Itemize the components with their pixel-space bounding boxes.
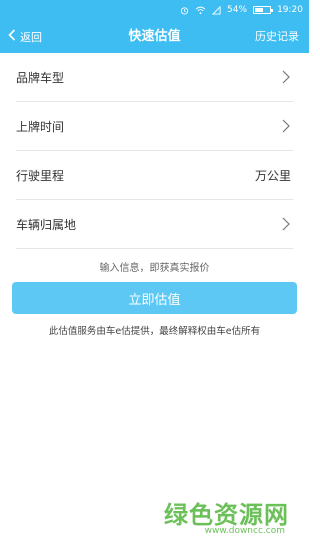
estimate-now-button[interactable]: 立即估值: [12, 282, 297, 314]
brand-model-row[interactable]: 品牌车型: [16, 53, 293, 102]
battery-percent: 54%: [227, 5, 248, 15]
status-bar: 54% 19:20: [0, 0, 309, 20]
chevron-right-icon: [281, 118, 291, 134]
valuation-form: 品牌车型 上牌时间 行驶里程 万公里 车辆归属地: [0, 53, 309, 249]
input-hint: 输入信息，即获真实报价: [99, 263, 210, 274]
row-label: 车辆归属地: [16, 217, 77, 232]
back-button[interactable]: 返回: [8, 20, 42, 53]
row-label: 品牌车型: [16, 70, 65, 85]
alarm-icon: [180, 6, 189, 15]
watermark-logo: 绿色资源网: [164, 501, 289, 529]
disclaimer-text: 此估值服务由车e估提供，最终解释权由车e估所有: [48, 326, 261, 337]
mileage-unit: 万公里: [254, 168, 291, 183]
chevron-left-icon: [8, 29, 16, 44]
app-header: 返回 快速估值 历史记录: [0, 20, 309, 53]
battery-icon: [253, 6, 274, 14]
registration-date-row[interactable]: 上牌时间: [16, 102, 293, 151]
watermark-url: www.downcc.com: [204, 526, 285, 536]
row-label: 上牌时间: [16, 119, 65, 134]
status-time: 19:20: [277, 5, 303, 15]
mileage-row[interactable]: 行驶里程 万公里: [16, 151, 293, 200]
wifi-icon: [195, 6, 206, 15]
history-button[interactable]: 历史记录: [255, 20, 299, 53]
chevron-right-icon: [281, 216, 291, 232]
back-label: 返回: [20, 30, 42, 44]
row-label: 行驶里程: [16, 168, 65, 183]
chevron-right-icon: [281, 69, 291, 85]
signal-icon: [212, 5, 221, 15]
vehicle-location-row[interactable]: 车辆归属地: [16, 200, 293, 249]
